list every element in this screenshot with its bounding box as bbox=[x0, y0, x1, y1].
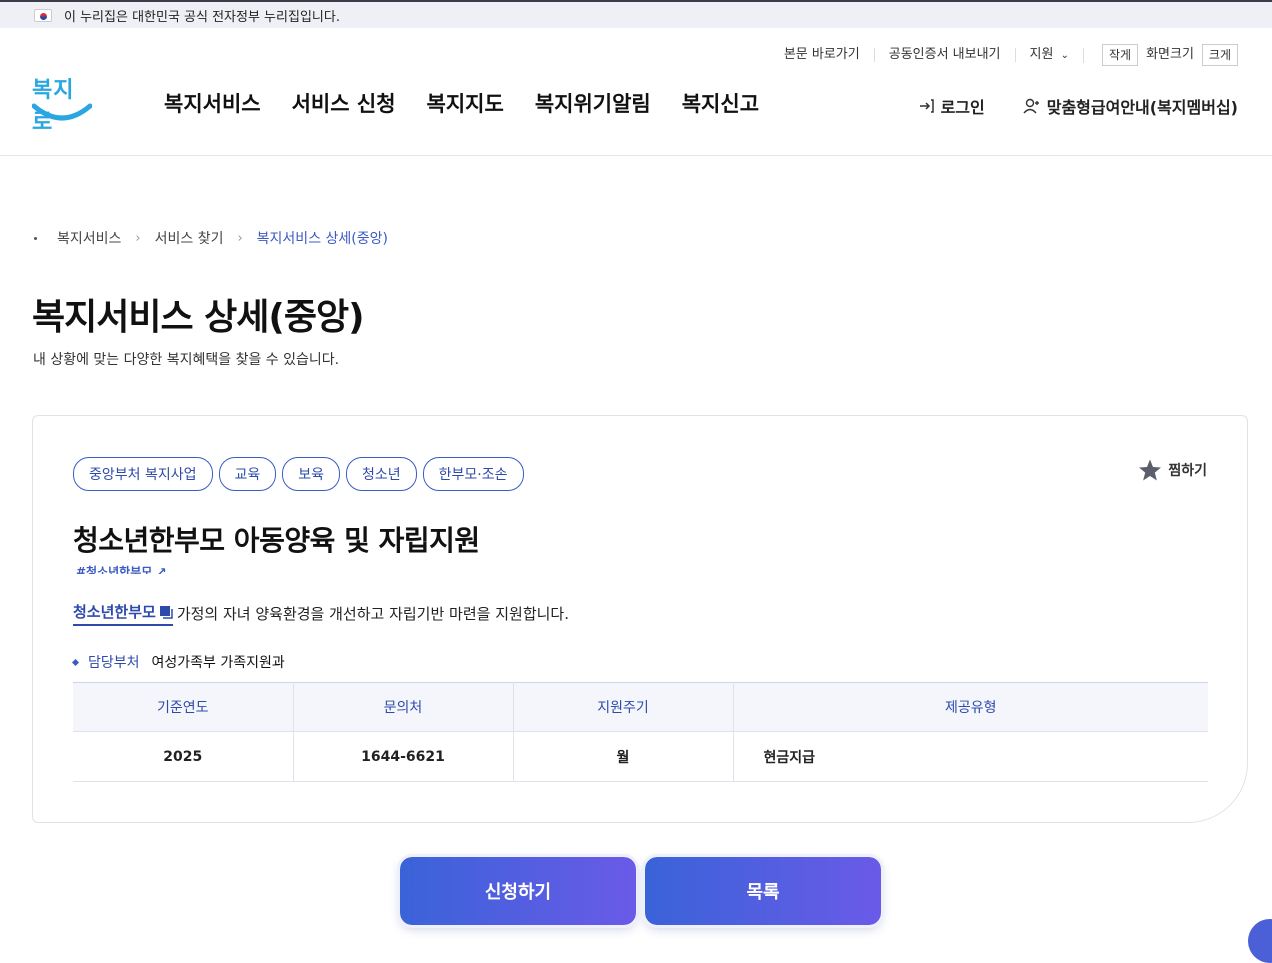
login-button[interactable]: 로그인 bbox=[919, 94, 985, 118]
home-dot-icon bbox=[34, 237, 37, 240]
diamond-bullet-icon bbox=[72, 658, 79, 665]
apply-button[interactable]: 신청하기 bbox=[400, 857, 636, 925]
cell-contact: 1644-6621 bbox=[293, 732, 513, 782]
header-actions: 로그인 맞춤형급여안내(복지멤버십) bbox=[919, 94, 1238, 118]
region-dropdown-label: 지원 bbox=[1030, 47, 1054, 62]
skip-to-content-link[interactable]: 본문 바로가기 bbox=[770, 48, 875, 62]
tag-education[interactable]: 교육 bbox=[219, 457, 277, 491]
breadcrumb-current: 복지서비스 상세(중앙) bbox=[257, 228, 388, 248]
tag-youth[interactable]: 청소년 bbox=[346, 457, 417, 491]
department-label: 담당부처 bbox=[88, 652, 140, 672]
gov-banner-text: 이 누리집은 대한민국 공식 전자정부 누리집입니다. bbox=[64, 6, 340, 25]
department-value: 여성가족부 가족지원과 bbox=[152, 652, 285, 672]
summary-term-text: 청소년한부모 bbox=[73, 601, 156, 622]
nav-item-welfare-report[interactable]: 복지신고 bbox=[682, 88, 759, 118]
chevron-down-icon: ⌄ bbox=[1061, 50, 1069, 61]
breadcrumb-item-1[interactable]: 복지서비스 bbox=[57, 228, 121, 248]
floating-button[interactable] bbox=[1248, 919, 1272, 963]
header-divider bbox=[0, 155, 1272, 156]
user-add-icon bbox=[1023, 98, 1041, 114]
font-size-controls: 작게 화면크기 크게 bbox=[1084, 44, 1248, 66]
font-large-button[interactable]: 크게 bbox=[1202, 44, 1238, 66]
main-nav: 복지서비스 서비스 신청 복지지도 복지위기알림 복지신고 bbox=[164, 88, 759, 118]
favorite-button[interactable]: 찜하기 bbox=[1138, 458, 1207, 482]
korea-flag-icon bbox=[34, 9, 52, 22]
header-base-year: 기준연도 bbox=[73, 683, 293, 732]
external-link-icon: ↗ bbox=[156, 565, 166, 574]
chevron-right-icon: › bbox=[237, 231, 242, 246]
smile-logo-icon bbox=[32, 100, 92, 126]
table-header-row: 기준연도 문의처 지원주기 제공유형 bbox=[73, 683, 1208, 732]
header-support-cycle: 지원주기 bbox=[513, 683, 733, 732]
summary-text: 가정의 자녀 양육환경을 개선하고 자립기반 마련을 지원합니다. bbox=[177, 603, 569, 624]
service-card: 중앙부처 복지사업 교육 보육 청소년 한부모·조손 찜하기 청소년한부모 아동… bbox=[32, 415, 1248, 823]
breadcrumb: 복지서비스 › 서비스 찾기 › 복지서비스 상세(중앙) bbox=[34, 228, 388, 248]
login-icon bbox=[919, 98, 935, 114]
cell-support-cycle: 월 bbox=[513, 732, 733, 782]
utility-bar: 본문 바로가기 공동인증서 내보내기 지원 ⌄ 작게 화면크기 크게 bbox=[770, 44, 1248, 66]
membership-label: 맞춤형급여안내(복지멤버십) bbox=[1047, 94, 1238, 118]
service-info-table: 기준연도 문의처 지원주기 제공유형 2025 1644-6621 월 현금지급 bbox=[73, 682, 1208, 782]
hashtag-text: #청소년한부모 bbox=[76, 565, 152, 574]
header-provision-type: 제공유형 bbox=[733, 683, 1208, 732]
tag-childcare[interactable]: 보육 bbox=[282, 457, 340, 491]
nav-item-welfare-map[interactable]: 복지지도 bbox=[427, 88, 504, 118]
logo[interactable]: 복지로 bbox=[32, 72, 92, 130]
cert-export-link[interactable]: 공동인증서 내보내기 bbox=[875, 48, 1016, 62]
membership-button[interactable]: 맞춤형급여안내(복지멤버십) bbox=[1023, 94, 1238, 118]
region-dropdown[interactable]: 지원 ⌄ bbox=[1016, 48, 1084, 63]
chevron-right-icon: › bbox=[135, 231, 140, 246]
summary-term-link[interactable]: 청소년한부모 bbox=[73, 601, 173, 626]
header-contact: 문의처 bbox=[293, 683, 513, 732]
tag-list: 중앙부처 복지사업 교육 보육 청소년 한부모·조손 bbox=[73, 457, 524, 491]
popup-icon bbox=[159, 605, 173, 619]
cell-provision-type: 현금지급 bbox=[733, 732, 1208, 782]
font-small-button[interactable]: 작게 bbox=[1102, 44, 1138, 66]
list-button[interactable]: 목록 bbox=[645, 857, 881, 925]
gov-banner: 이 누리집은 대한민국 공식 전자정부 누리집입니다. bbox=[0, 0, 1272, 28]
font-size-label: 화면크기 bbox=[1146, 48, 1194, 62]
table-row: 2025 1644-6621 월 현금지급 bbox=[73, 732, 1208, 782]
department-row: 담당부처 여성가족부 가족지원과 bbox=[73, 652, 285, 672]
page-description: 내 상황에 맞는 다양한 복지혜택을 찾을 수 있습니다. bbox=[33, 349, 339, 369]
login-label: 로그인 bbox=[941, 94, 985, 118]
tag-central-ministry[interactable]: 중앙부처 복지사업 bbox=[73, 457, 213, 491]
tag-single-parent[interactable]: 한부모·조손 bbox=[423, 457, 524, 491]
service-title: 청소년한부모 아동양육 및 자립지원 bbox=[73, 519, 480, 559]
star-icon bbox=[1138, 458, 1162, 482]
page-title: 복지서비스 상세(중앙) bbox=[32, 288, 364, 340]
nav-item-crisis-alert[interactable]: 복지위기알림 bbox=[535, 88, 651, 118]
service-summary: 청소년한부모 가정의 자녀 양육환경을 개선하고 자립기반 마련을 지원합니다. bbox=[73, 601, 569, 626]
favorite-label: 찜하기 bbox=[1168, 460, 1207, 480]
cell-base-year: 2025 bbox=[73, 732, 293, 782]
hashtag-link[interactable]: #청소년한부모 ↗ bbox=[76, 563, 167, 574]
nav-item-welfare-service[interactable]: 복지서비스 bbox=[164, 88, 261, 118]
breadcrumb-item-2[interactable]: 서비스 찾기 bbox=[155, 228, 224, 248]
nav-item-service-apply[interactable]: 서비스 신청 bbox=[292, 88, 396, 118]
